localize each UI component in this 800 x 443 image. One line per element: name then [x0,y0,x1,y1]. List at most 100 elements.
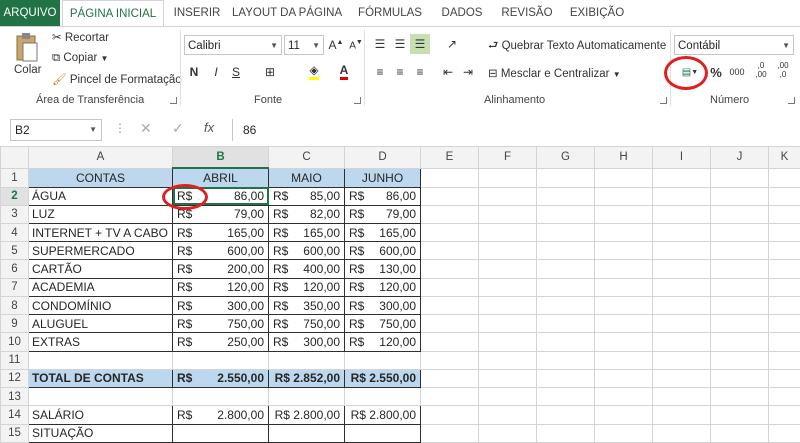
empty-cell[interactable] [710,368,769,389]
number-launcher-icon[interactable] [788,97,795,104]
empty-cell[interactable] [536,295,595,316]
empty-cell[interactable] [478,368,537,389]
empty-cell[interactable] [710,423,769,443]
alignment-launcher-icon[interactable] [660,97,667,104]
borders-button[interactable]: ⊞ [260,62,280,82]
empty-cell[interactable] [594,204,653,225]
empty-cell[interactable] [594,423,653,443]
empty-cell[interactable] [594,222,653,243]
empty-cell[interactable] [710,222,769,243]
empty-cell[interactable] [768,295,800,316]
expense-cell[interactable]: R$ 165,00 [344,222,421,243]
empty-cell[interactable] [710,241,769,261]
row-header[interactable]: 7 [0,277,29,297]
insert-function-button[interactable]: fx [204,120,214,135]
column-header[interactable]: K [768,146,800,169]
tab-formulas[interactable]: FÓRMULAS [354,0,426,26]
empty-cell[interactable] [768,405,800,425]
name-box[interactable]: B2 ▼ [10,119,102,141]
empty-cell[interactable] [594,295,653,316]
empty-cell[interactable] [536,241,595,261]
empty-cell[interactable] [478,350,537,370]
row-header[interactable]: 12 [0,368,29,389]
empty-cell[interactable] [478,204,537,225]
empty-cell[interactable] [768,204,800,225]
row-header[interactable]: 2 [0,186,29,206]
empty-cell[interactable] [344,350,421,370]
align-bottom-button[interactable]: ☰ [410,34,430,54]
empty-cell[interactable] [710,295,769,316]
expense-cell[interactable]: R$ 120,00 [268,277,345,297]
salary-cell[interactable]: R$ 2.800,00 [268,405,345,425]
empty-cell[interactable] [710,405,769,425]
font-size-select[interactable]: 11 ▼ [284,35,324,55]
empty-cell[interactable] [420,368,479,389]
account-name-cell[interactable]: SUPERMERCADO [28,241,173,261]
empty-cell[interactable] [652,350,711,370]
expense-cell[interactable]: R$ 750,00 [344,314,421,334]
empty-cell[interactable] [478,332,537,352]
clipboard-launcher-icon[interactable] [170,97,177,104]
empty-cell[interactable] [536,368,595,389]
paste-button[interactable] [14,32,40,64]
tab-arquivo[interactable]: ARQUIVO [0,0,60,26]
empty-cell[interactable] [478,186,537,206]
total-cell[interactable]: R$ 2.852,00 [268,368,345,389]
empty-cell[interactable] [652,295,711,316]
align-middle-button[interactable]: ☰ [390,34,410,54]
orientation-button[interactable]: ↗ [442,34,462,54]
empty-cell[interactable] [420,405,479,425]
empty-cell[interactable] [710,167,769,188]
empty-cell[interactable] [710,314,769,334]
empty-cell[interactable] [172,350,269,370]
empty-cell[interactable] [652,405,711,425]
expense-cell[interactable]: R$ 300,00 [344,295,421,316]
empty-cell[interactable] [478,222,537,243]
row-header[interactable]: 15 [0,423,29,443]
underline-button[interactable]: S [226,62,246,82]
empty-cell[interactable] [420,259,479,279]
account-name-cell[interactable] [28,350,173,370]
row-header[interactable]: 10 [0,332,29,352]
empty-cell[interactable] [344,423,421,443]
empty-cell[interactable] [594,259,653,279]
empty-cell[interactable] [594,368,653,389]
empty-cell[interactable] [594,332,653,352]
empty-cell[interactable] [594,314,653,334]
empty-cell[interactable] [478,295,537,316]
empty-cell[interactable] [652,222,711,243]
increase-decimal-button[interactable]: ,0 ,00 [752,60,770,80]
number-format-select[interactable]: Contábil ▼ [674,35,794,55]
font-launcher-icon[interactable] [354,97,361,104]
empty-cell[interactable] [768,368,800,389]
total-cell[interactable]: R$ 2.550,00 [172,368,269,389]
empty-cell[interactable] [536,332,595,352]
row-header[interactable]: 13 [0,387,29,407]
expense-cell[interactable]: R$ 165,00 [268,222,345,243]
empty-cell[interactable] [478,405,537,425]
account-name-cell[interactable]: ÁGUA [28,186,173,206]
empty-cell[interactable] [768,241,800,261]
column-header[interactable]: H [594,146,653,169]
empty-cell[interactable] [768,387,800,407]
tab-dados[interactable]: DADOS [438,0,486,26]
empty-cell[interactable] [652,259,711,279]
align-right-button[interactable]: ≡ [410,62,430,82]
expense-cell[interactable]: R$ 120,00 [344,332,421,352]
expense-cell[interactable]: R$ 82,00 [268,204,345,225]
empty-cell[interactable] [420,186,479,206]
account-name-cell[interactable] [28,387,173,407]
account-name-cell[interactable]: EXTRAS [28,332,173,352]
empty-cell[interactable] [420,167,479,188]
row-header[interactable]: 8 [0,295,29,316]
row-header[interactable]: 3 [0,204,29,225]
empty-cell[interactable] [594,387,653,407]
font-color-button[interactable]: A [334,62,354,82]
empty-cell[interactable] [536,277,595,297]
empty-cell[interactable] [652,314,711,334]
empty-cell[interactable] [652,332,711,352]
select-all-corner[interactable] [0,146,29,169]
empty-cell[interactable] [536,259,595,279]
font-name-select[interactable]: Calibri ▼ [184,35,282,55]
empty-cell[interactable] [768,186,800,206]
